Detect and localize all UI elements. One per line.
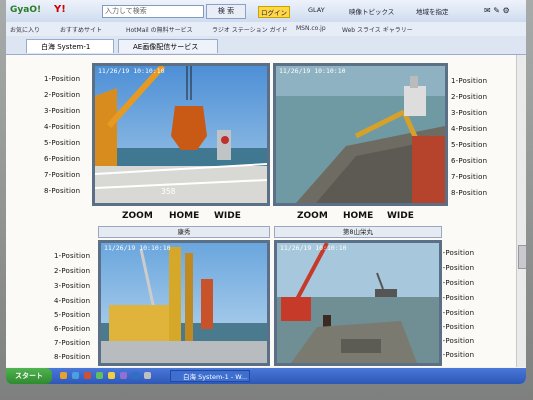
position-link[interactable]: 5-Position (438, 309, 474, 317)
quicklaunch-icon[interactable] (84, 372, 91, 379)
browser-window: GyaO! Y! 入力して検索 検 索 ログイン GLAY 映像トピックス 地域… (6, 0, 526, 384)
search-button[interactable]: 検 索 (206, 4, 246, 19)
position-link[interactable]: 2-Position (54, 267, 90, 275)
glay-link[interactable]: GLAY (308, 6, 325, 14)
quicklaunch-icon[interactable] (60, 372, 67, 379)
camera-feed[interactable]: 11/26/19 10:10:10 (274, 240, 442, 366)
home-button[interactable]: HOME (169, 211, 199, 221)
tab-bar: 白海 System-1 AE画像配信サービス (6, 36, 526, 55)
position-link[interactable]: 1-Position (438, 249, 474, 257)
home-button[interactable]: HOME (343, 211, 373, 221)
vertical-scrollbar[interactable] (516, 55, 526, 367)
zoom-button[interactable]: ZOOM (122, 211, 153, 221)
position-link[interactable]: 6-Position (438, 323, 474, 331)
position-link[interactable]: 8-Position (54, 353, 90, 361)
camera-timestamp: 11/26/19 10:10:10 (279, 67, 346, 75)
pile-driver-image (101, 243, 267, 363)
tab-image-service[interactable]: AE画像配信サービス (118, 39, 218, 53)
overlay-number: 358 (161, 187, 176, 196)
quicklaunch-icon[interactable] (108, 372, 115, 379)
position-link[interactable]: 5-Position (451, 141, 487, 149)
gyao-logo[interactable]: GyaO! (10, 5, 41, 15)
camera-page: 1-Position 2-Position 3-Position 4-Posit… (6, 55, 526, 367)
position-link[interactable]: 3-Position (44, 107, 80, 115)
position-link[interactable]: 3-Position (438, 279, 474, 287)
favorites-item[interactable]: Web スライス ギャラリー (342, 25, 413, 34)
position-link[interactable]: 1-Position (44, 75, 80, 83)
tab-label: AE画像配信サービス (133, 43, 199, 51)
camera-name: 第8山栄丸 (342, 228, 374, 236)
position-link[interactable]: 7-Position (44, 171, 80, 179)
camera-feed[interactable]: 358 11/26/19 10:10:10 (92, 63, 270, 206)
yahoo-logo[interactable]: Y! (54, 4, 66, 15)
position-link[interactable]: 8-Position (451, 189, 487, 197)
position-link[interactable]: 8-Position (438, 351, 474, 359)
position-link[interactable]: 4-Position (44, 123, 80, 131)
position-link[interactable]: 6-Position (451, 157, 487, 165)
camera-header: 康秀 (98, 226, 270, 238)
position-link[interactable]: 4-Position (54, 297, 90, 305)
position-link[interactable]: 2-Position (438, 264, 474, 272)
search-input[interactable]: 入力して検索 (102, 5, 204, 18)
barge-excavator-image (276, 66, 445, 203)
scrollbar-thumb[interactable] (518, 245, 526, 269)
position-link[interactable]: 4-Position (451, 125, 487, 133)
favorites-bar: お気に入り おすすめサイト HotMail の無料サービス ラジオ ステーション… (6, 22, 526, 37)
position-link[interactable]: 3-Position (451, 109, 487, 117)
position-link[interactable]: 6-Position (44, 155, 80, 163)
position-link[interactable]: 5-Position (54, 311, 90, 319)
wide-button[interactable]: WIDE (214, 211, 241, 221)
toolbar-icons[interactable]: ✉ ✎ ⚙ (484, 6, 510, 15)
quicklaunch-icon[interactable] (132, 372, 139, 379)
camera-name: 康秀 (177, 228, 191, 236)
search-toolbar: GyaO! Y! 入力して検索 検 索 ログイン GLAY 映像トピックス 地域… (6, 0, 526, 23)
tab-label: 白海 System-1 (41, 43, 91, 51)
quicklaunch-icon[interactable] (96, 372, 103, 379)
favorites-item[interactable]: HotMail の無料サービス (126, 25, 193, 34)
position-link[interactable]: 3-Position (54, 282, 90, 290)
quicklaunch-icon[interactable] (144, 372, 151, 379)
quicklaunch-icon[interactable] (72, 372, 79, 379)
camera-timestamp: 11/26/19 10:10:10 (280, 244, 347, 252)
camera-feed[interactable]: 11/26/19 10:10:10 (98, 240, 270, 366)
region-link[interactable]: 地域を指定 (416, 6, 449, 16)
wide-button[interactable]: WIDE (387, 211, 414, 221)
favorites-item[interactable]: おすすめサイト (60, 25, 102, 34)
position-link[interactable]: 7-Position (438, 337, 474, 345)
camera-header: 第8山栄丸 (274, 226, 442, 238)
zoom-button[interactable]: ZOOM (297, 211, 328, 221)
start-button[interactable]: スタート (6, 368, 52, 384)
favorites-item[interactable]: お気に入り (10, 25, 40, 34)
position-link[interactable]: 2-Position (451, 93, 487, 101)
position-link[interactable]: 1-Position (451, 77, 487, 85)
video-topics-link[interactable]: 映像トピックス (349, 6, 394, 16)
favorites-item[interactable]: ラジオ ステーション ガイド (212, 25, 288, 34)
position-link[interactable]: 5-Position (44, 139, 80, 147)
position-link[interactable]: 7-Position (54, 339, 90, 347)
position-link[interactable]: 8-Position (44, 187, 80, 195)
crane-bucket-image: 358 (95, 66, 267, 203)
taskbar-window-button[interactable]: 白海 System-1 - W... (170, 370, 250, 382)
tab-system-1[interactable]: 白海 System-1 (26, 39, 114, 53)
position-link[interactable]: 2-Position (44, 91, 80, 99)
camera-feed[interactable]: 11/26/19 10:10:10 (273, 63, 448, 206)
position-link[interactable]: 4-Position (438, 294, 474, 302)
taskbar: スタート 白海 System-1 - W... (6, 368, 526, 384)
favorites-item[interactable]: MSN.co.jp (296, 25, 326, 32)
quicklaunch-icon[interactable] (120, 372, 127, 379)
camera-timestamp: 11/26/19 10:10:10 (98, 67, 165, 75)
login-button[interactable]: ログイン (258, 6, 290, 18)
sea-crane-image (277, 243, 439, 363)
position-link[interactable]: 7-Position (451, 173, 487, 181)
camera-timestamp: 11/26/19 10:10:10 (104, 244, 171, 252)
position-link[interactable]: 6-Position (54, 325, 90, 333)
position-link[interactable]: 1-Position (54, 252, 90, 260)
